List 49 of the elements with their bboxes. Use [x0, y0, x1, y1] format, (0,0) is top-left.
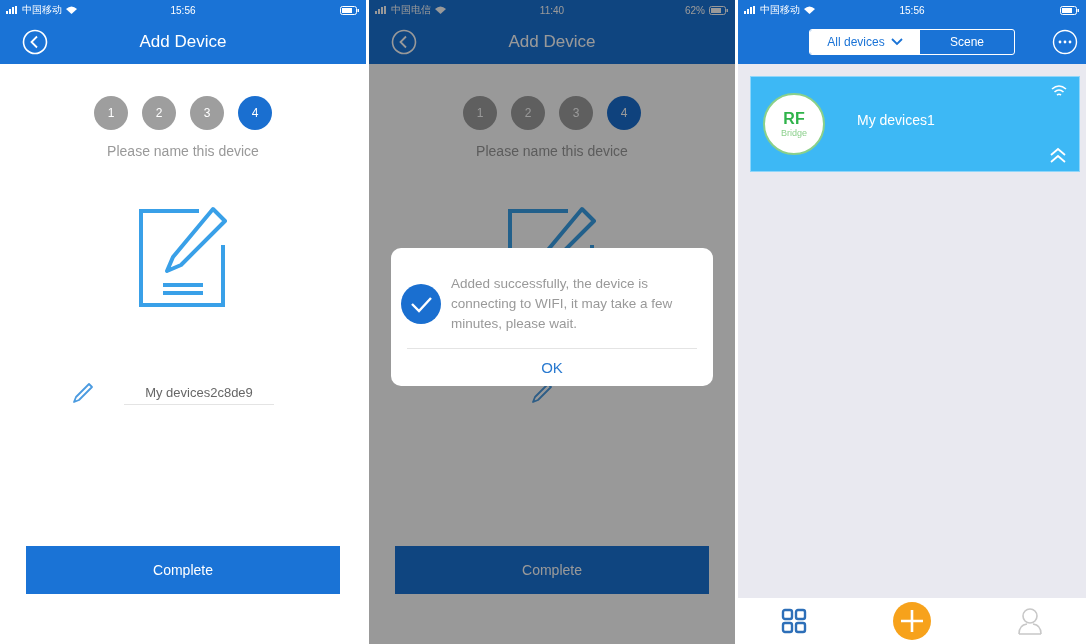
device-name: My devices1: [857, 112, 935, 128]
status-time: 15:56: [170, 4, 196, 16]
wifi-icon: [66, 6, 77, 14]
wifi-icon: [435, 6, 446, 14]
double-chevron-up-icon[interactable]: [1049, 147, 1067, 163]
step-indicator: 3: [190, 96, 224, 130]
carrier-name: 中国移动: [22, 3, 62, 17]
step-indicator: 4: [607, 96, 641, 130]
chevron-down-icon: [890, 38, 903, 46]
screen-title: Add Device: [139, 32, 227, 52]
add-icon[interactable]: [892, 601, 932, 641]
step-indicator: 3: [559, 96, 593, 130]
checkmark-icon: [401, 284, 441, 324]
carrier-name: 中国移动: [760, 3, 800, 17]
signal-icon: [744, 6, 756, 14]
ok-button[interactable]: OK: [407, 348, 697, 386]
step-indicator: 2: [142, 96, 176, 130]
wifi-icon: [1051, 85, 1067, 97]
segment-tab[interactable]: All devices: [810, 30, 920, 54]
step-indicator: 1: [94, 96, 128, 130]
status-time: 15:56: [899, 4, 925, 16]
segment-tab[interactable]: Scene: [920, 30, 1014, 54]
step-indicator: 1: [463, 96, 497, 130]
step-indicator: 2: [511, 96, 545, 130]
pencil-icon: [72, 382, 94, 404]
screen-title: Add Device: [508, 32, 596, 52]
complete-button[interactable]: Complete: [395, 546, 709, 594]
battery-percent: 62%: [684, 4, 705, 16]
back-icon[interactable]: [22, 29, 48, 55]
back-icon[interactable]: [391, 29, 417, 55]
grid-tab-icon[interactable]: [780, 608, 807, 634]
battery-icon: [340, 5, 360, 15]
signal-icon: [6, 6, 18, 14]
device-name-field[interactable]: My devices2c8de9: [124, 381, 274, 405]
battery-icon: [1060, 5, 1080, 15]
device-card[interactable]: RF Bridge My devices1: [750, 76, 1080, 172]
complete-button[interactable]: Complete: [26, 546, 340, 594]
instruction-text: Please name this device: [476, 143, 628, 159]
battery-icon: [709, 5, 729, 15]
wifi-icon: [804, 6, 815, 14]
instruction-text: Please name this device: [107, 143, 259, 159]
carrier-name: 中国电信: [391, 3, 431, 17]
signal-icon: [375, 6, 387, 14]
rf-bridge-logo: RF Bridge: [763, 93, 825, 155]
dialog-message: Added successfully, the device is connecting to WIFI, it may take a few minutes, please wait.: [451, 275, 674, 333]
step-indicator: 4: [238, 96, 272, 130]
status-time: 11:40: [539, 4, 565, 16]
more-icon[interactable]: [1052, 29, 1078, 55]
document-edit-icon: [137, 205, 229, 309]
